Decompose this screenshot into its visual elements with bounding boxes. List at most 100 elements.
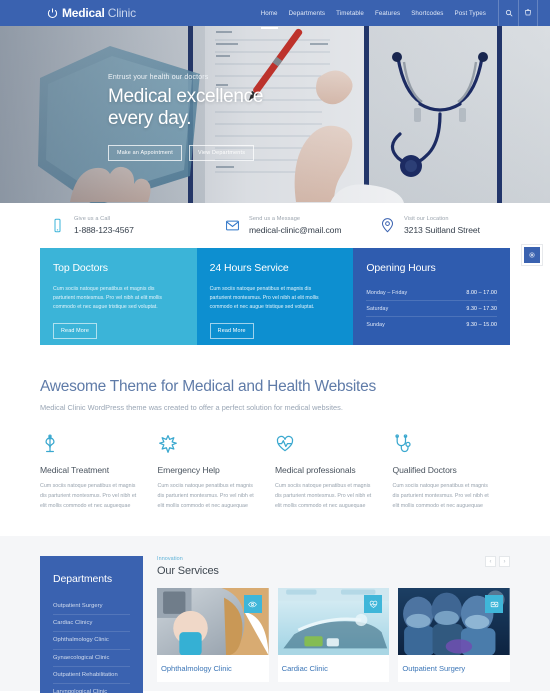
site-header: Medical Clinic Home Departments Timetabl… <box>0 0 550 29</box>
feature-text: Cum sociis natoque penatibus et magnis d… <box>157 483 254 509</box>
24-hours-service-read-more-button[interactable]: Read More <box>209 323 254 340</box>
site-logo[interactable]: Medical Clinic <box>47 6 136 20</box>
feature-icon-wrap <box>40 434 140 456</box>
opening-hours-title: Opening Hours <box>366 262 436 274</box>
feature-title: Qualified Doctors <box>392 465 457 475</box>
nav-item-home[interactable]: Home <box>260 4 278 29</box>
star-of-life-icon <box>158 435 177 453</box>
cart-button[interactable] <box>518 0 538 26</box>
feature-qualified-doctors: Qualified Doctors Cum sociis natoque pen… <box>393 434 511 511</box>
departments-title: Departments <box>53 573 113 586</box>
feature-medical-treatment: Medical Treatment Cum sociis natoque pen… <box>40 434 158 511</box>
service-card-title[interactable]: Ophthalmology Clinic <box>157 655 269 682</box>
opening-hours-time: 8.00 – 17.00 <box>466 289 498 296</box>
contact-email-value: medical-clinic@mail.com <box>249 225 342 235</box>
service-card[interactable]: Cardiac Clinic <box>277 588 390 683</box>
top-doctors-box: Top Doctors Cum sociis natoque penatibus… <box>40 248 197 345</box>
contact-location-value: 3213 Suitland Street <box>404 225 480 235</box>
caduceus-icon <box>45 434 55 453</box>
contact-email-label: Send us a Message <box>249 216 301 222</box>
nav-item-timetable[interactable]: Timetable <box>336 4 364 23</box>
feature-icon-wrap <box>393 434 493 456</box>
logo-light: Clinic <box>107 6 136 20</box>
contact-phone[interactable]: Give us a Call 1-888-123-4567 <box>40 216 225 235</box>
heart-icon <box>369 600 378 608</box>
feature-text: Cum sociis natoque penatibus et magnis d… <box>392 483 489 509</box>
heart-pulse-icon <box>276 435 294 452</box>
department-item[interactable]: Laryngological Clinic <box>53 684 130 693</box>
department-item[interactable]: Outpatient Rehabilitation <box>53 667 130 685</box>
stethoscope-icon <box>394 434 411 453</box>
intro-subtitle: Medical Clinic WordPress theme was creat… <box>40 403 343 412</box>
service-badge <box>485 595 504 614</box>
contact-email[interactable]: Send us a Message medical-clinic@mail.co… <box>225 216 380 235</box>
opening-hours-time: 9.30 – 17.30 <box>466 305 498 312</box>
opening-hours-row: Sunday 9.30 – 15.00 <box>366 316 498 332</box>
department-item[interactable]: Cardiac Clinicy <box>53 615 130 633</box>
info-box-row: Top Doctors Cum sociis natoque penatibus… <box>40 248 511 345</box>
contact-location-label: Visit our Location <box>404 216 449 222</box>
settings-side-tab-button[interactable] <box>522 245 542 265</box>
feature-medical-professionals: Medical professionals Cum sociis natoque… <box>275 434 393 511</box>
departments-list: Outpatient Surgery Cardiac Clinicy Ophth… <box>53 597 130 693</box>
hero-banner: Entrust your health our doctors Medical … <box>0 26 550 203</box>
feature-row: Medical Treatment Cum sociis natoque pen… <box>40 434 510 511</box>
feature-title: Emergency Help <box>157 465 220 475</box>
services-title: Our Services <box>157 565 219 578</box>
hero-title-line-2: every day. <box>108 108 192 130</box>
phone-icon <box>54 218 61 233</box>
cart-icon <box>524 9 532 16</box>
department-item[interactable]: Outpatient Surgery <box>53 597 130 615</box>
hero-title: Medical excellence every day. <box>108 86 263 131</box>
department-item[interactable]: Gynaecological Clinic <box>53 650 130 667</box>
contact-phone-label: Give us a Call <box>74 216 111 222</box>
nav-item-departments[interactable]: Departments <box>289 4 326 23</box>
departments-panel: Departments Outpatient Surgery Cardiac C… <box>40 556 143 693</box>
opening-hours-time: 9.30 – 15.00 <box>466 321 498 328</box>
view-departments-button[interactable]: View Departments <box>188 144 255 161</box>
search-icon <box>505 9 512 17</box>
feature-icon-wrap <box>158 434 258 456</box>
map-pin-icon <box>381 218 394 233</box>
service-card-title[interactable]: Outpatient Surgery <box>398 655 510 682</box>
service-card[interactable]: Ophthalmology Clinic <box>157 588 269 683</box>
service-card-image <box>157 588 269 656</box>
search-button[interactable] <box>498 0 518 26</box>
logo-strong: Medical <box>62 6 105 20</box>
make-appointment-button[interactable]: Make an Appointment <box>108 144 182 161</box>
contact-location[interactable]: Visit our Location 3213 Suitland Street <box>380 216 480 235</box>
opening-hours-box: Opening Hours Monday – Friday 8.00 – 17.… <box>353 248 511 345</box>
top-doctors-read-more-button[interactable]: Read More <box>53 323 98 340</box>
service-card[interactable]: Outpatient Surgery <box>398 588 511 683</box>
service-card-title[interactable]: Cardiac Clinic <box>278 655 390 682</box>
24-hours-service-title: 24 Hours Service <box>209 262 289 274</box>
services-panel: Innovation Our Services ‹ › Ophthalmolog… <box>157 556 511 691</box>
services-section: Departments Outpatient Surgery Cardiac C… <box>0 536 550 693</box>
carousel-prev-button[interactable]: ‹ <box>485 556 496 568</box>
clock-power-icon <box>47 7 58 18</box>
24-hours-service-box: 24 Hours Service Cum sociis natoque pena… <box>196 248 354 345</box>
hero-kicker: Entrust your health our doctors <box>108 74 209 81</box>
service-card-image <box>398 588 511 656</box>
service-card-row: Ophthalmology Clinic Cardiac Clinic Outp… <box>157 588 511 683</box>
opening-hours-row: Saturday 9.30 – 17.30 <box>366 300 498 316</box>
24-hours-service-text: Cum sociis natoque penatibus et magnis d… <box>209 286 319 311</box>
feature-title: Medical professionals <box>275 465 356 475</box>
carousel-next-button[interactable]: › <box>499 556 510 568</box>
opening-hours-day: Sunday <box>366 321 385 328</box>
nav-item-post-types[interactable]: Post Types <box>455 4 487 23</box>
department-item[interactable]: Ophthalmology Clinic <box>53 632 130 650</box>
hero-button-group: Make an Appointment View Departments <box>108 144 263 161</box>
feature-title: Medical Treatment <box>40 465 109 475</box>
eye-icon <box>248 601 258 608</box>
service-badge <box>243 595 262 614</box>
hero-background-image <box>0 26 550 203</box>
surgery-icon <box>490 601 498 607</box>
header-icon-group <box>498 0 538 26</box>
nav-item-shortcodes[interactable]: Shortcodes <box>411 4 443 23</box>
service-badge <box>364 595 383 614</box>
services-kicker: Innovation <box>157 556 183 563</box>
hero-title-line-1: Medical excellence <box>108 86 264 107</box>
nav-item-features[interactable]: Features <box>375 4 400 23</box>
service-card-image <box>277 588 390 656</box>
